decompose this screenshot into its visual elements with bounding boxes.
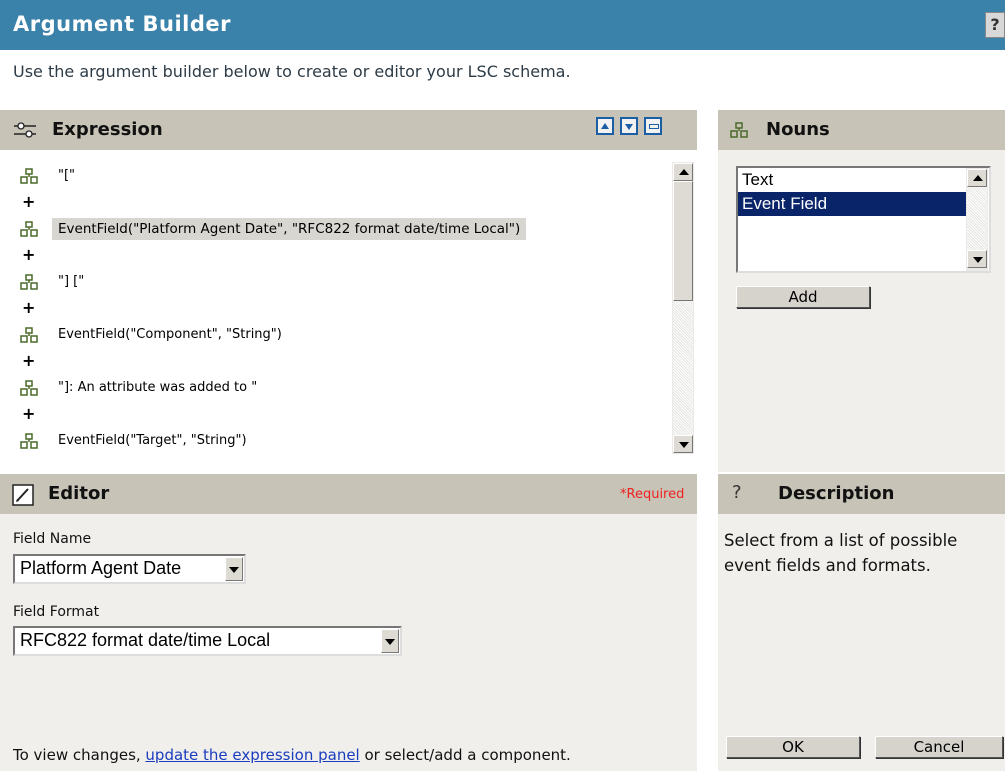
component-icon (20, 273, 40, 290)
description-text: Select from a list of possible event fie… (724, 528, 957, 578)
cancel-button[interactable]: Cancel (875, 736, 1003, 758)
scroll-thumb[interactable] (673, 181, 693, 301)
expression-item-text: "] [" (58, 274, 85, 289)
plus-operator: + (22, 298, 36, 317)
chevron-down-icon[interactable] (381, 629, 399, 653)
editor-panel-body: Field Name Platform Agent Date Field For… (0, 514, 697, 771)
field-format-value: RFC822 format date/time Local (20, 630, 271, 650)
component-icon (730, 122, 748, 142)
component-icon (20, 220, 40, 237)
description-panel-header: ? Description (718, 474, 1005, 514)
field-name-label: Field Name (13, 531, 92, 547)
move-up-icon[interactable] (596, 117, 614, 135)
collapse-icon[interactable] (644, 117, 662, 135)
component-icon (20, 379, 40, 396)
add-button[interactable]: Add (736, 286, 870, 308)
expression-item[interactable]: EventField("Platform Agent Date", "RFC82… (20, 215, 660, 242)
ok-button[interactable]: OK (726, 736, 860, 758)
description-panel-title: Description (778, 483, 895, 504)
field-name-select[interactable]: Platform Agent Date (13, 554, 246, 584)
expression-item[interactable]: EventField("Target", "String") (20, 427, 660, 454)
expression-scrollbar[interactable] (672, 162, 694, 454)
required-note: *Required (620, 487, 685, 502)
expression-panel-title: Expression (52, 119, 163, 140)
edit-icon (12, 484, 34, 510)
nouns-panel-header: Nouns (718, 110, 1005, 150)
description-line-2: event fields and formats. (724, 556, 931, 575)
editor-panel-header: Editor (0, 474, 697, 514)
description-line-1: Select from a list of possible (724, 531, 958, 550)
page-title: Argument Builder (13, 12, 231, 36)
expression-item[interactable]: "] [" (20, 268, 660, 295)
nouns-listbox[interactable]: Text Event Field (736, 166, 991, 273)
expression-panel-body: "[" + EventField("Platform Agent Date", "R… (0, 150, 697, 458)
expression-item-text: EventField("Platform Agent Date", "RFC82… (52, 217, 527, 240)
scroll-up-icon[interactable] (967, 169, 987, 187)
expression-item-text: "]: An attribute was added to " (58, 380, 258, 395)
field-format-label: Field Format (13, 604, 100, 620)
expression-icon (13, 122, 37, 142)
scroll-down-icon[interactable] (673, 435, 693, 453)
plus-operator: + (22, 351, 36, 370)
page-subtitle: Use the argument builder below to create… (13, 62, 571, 81)
component-icon (20, 167, 40, 184)
nouns-panel-title: Nouns (766, 119, 830, 140)
expression-item-text: EventField("Component", "String") (58, 327, 282, 342)
noun-item[interactable]: Event Field (738, 192, 968, 216)
field-name-value: Platform Agent Date (20, 558, 182, 578)
expression-item[interactable]: "[" (20, 162, 660, 189)
move-down-icon[interactable] (620, 117, 638, 135)
help-icon[interactable]: ? (985, 12, 1005, 38)
expression-item[interactable]: "]: An attribute was added to " (20, 374, 660, 401)
expression-list: "[" + EventField("Platform Agent Date", "R… (20, 162, 660, 454)
chevron-down-icon[interactable] (225, 557, 243, 581)
expression-item-text: EventField("Target", "String") (58, 433, 247, 448)
update-expression-link[interactable]: update the expression panel (145, 746, 359, 764)
plus-operator: + (22, 404, 36, 423)
scroll-up-icon[interactable] (673, 163, 693, 181)
nouns-scrollbar[interactable] (966, 168, 988, 271)
scroll-track[interactable] (673, 301, 693, 435)
component-icon (20, 432, 40, 449)
component-icon (20, 326, 40, 343)
plus-operator: + (22, 245, 36, 264)
description-panel-body: Select from a list of possible event fie… (718, 514, 1005, 771)
footer-prefix: To view changes, (13, 746, 146, 764)
nouns-panel-body: Text Event Field Add (718, 150, 1005, 472)
plus-operator: + (22, 192, 36, 211)
expression-item[interactable]: EventField("Component", "String") (20, 321, 660, 348)
field-format-select[interactable]: RFC822 format date/time Local (13, 626, 402, 656)
expression-panel-header: Expression (0, 110, 697, 150)
footer-suffix: or select/add a component. (359, 746, 571, 764)
scroll-down-icon[interactable] (967, 250, 987, 268)
expression-item-text: "[" (58, 168, 76, 183)
question-icon: ? (732, 482, 742, 503)
noun-item[interactable]: Text (738, 168, 968, 192)
editor-panel-title: Editor (48, 483, 110, 504)
scroll-track[interactable] (967, 187, 987, 250)
footer-note: To view changes, update the expression p… (13, 746, 571, 764)
